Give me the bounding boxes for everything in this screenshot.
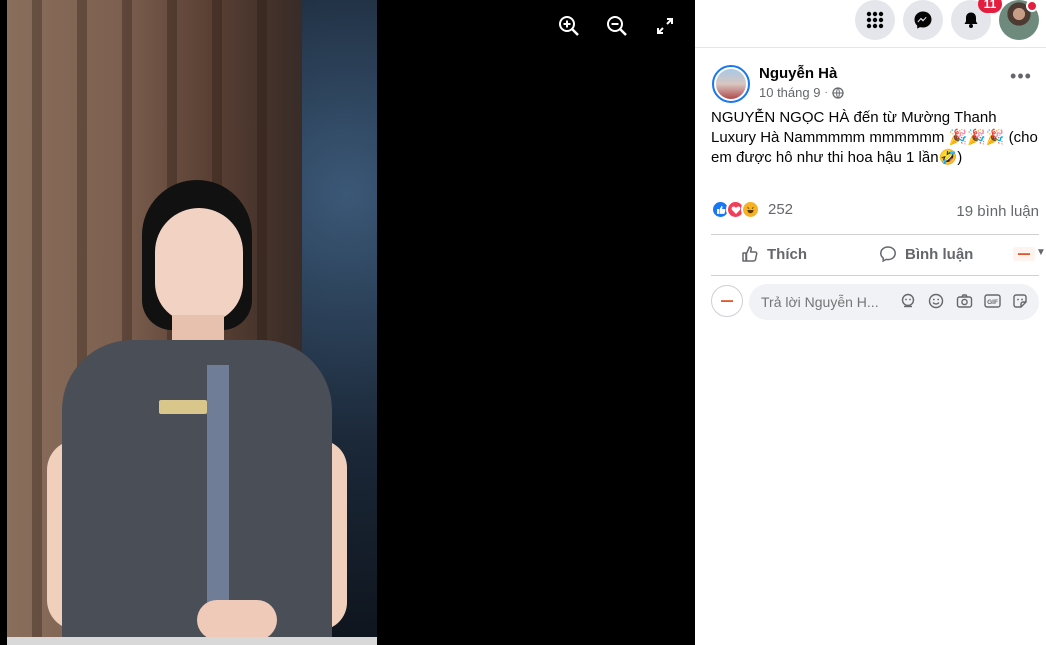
like-button[interactable]: Thích xyxy=(741,245,807,263)
fullscreen-icon[interactable] xyxy=(651,12,679,40)
status-dot xyxy=(1026,0,1038,12)
globe-icon xyxy=(832,86,844,99)
post-text: NGUYỄN NGỌC HÀ đến từ Mường Thanh Luxury… xyxy=(711,109,1038,166)
more-options-icon[interactable]: ••• xyxy=(1007,67,1035,90)
sticker-avatar-icon[interactable] xyxy=(899,292,917,310)
commenter-avatar[interactable]: ▬▬ xyxy=(711,285,743,317)
reply-box[interactable]: GIF xyxy=(749,284,1039,320)
comment-icon xyxy=(880,246,896,263)
gif-icon[interactable]: GIF xyxy=(983,292,1001,310)
reply-input[interactable] xyxy=(761,284,896,320)
comment-count[interactable]: 19 bình luận xyxy=(956,203,1039,220)
post-timestamp[interactable]: 10 tháng 9 · xyxy=(759,85,844,100)
author-avatar[interactable] xyxy=(712,65,750,103)
comment-button[interactable]: Bình luận xyxy=(879,245,973,263)
photo-viewer xyxy=(0,0,695,645)
post-time-text: 10 tháng 9 xyxy=(759,85,821,100)
zoom-out-icon[interactable] xyxy=(603,12,631,40)
camera-icon[interactable] xyxy=(955,292,973,310)
comment-label: Bình luận xyxy=(905,245,974,263)
zoom-in-icon[interactable] xyxy=(555,12,583,40)
thumbs-up-icon xyxy=(742,246,758,262)
menu-grid-icon[interactable] xyxy=(855,0,895,40)
reaction-summary[interactable]: 252 xyxy=(711,200,793,219)
messenger-icon[interactable] xyxy=(903,0,943,40)
author-name[interactable]: Nguyễn Hà xyxy=(759,65,837,82)
page-logo-icon[interactable]: ▬▬ xyxy=(1013,247,1035,261)
sticker-icon[interactable] xyxy=(1011,292,1029,310)
post-actions: Thích Bình luận ▬▬ ▼ xyxy=(711,234,1046,276)
reaction-count: 252 xyxy=(768,201,794,218)
svg-text:GIF: GIF xyxy=(987,299,998,306)
notification-badge: 11 xyxy=(978,0,1002,13)
post-panel: Nguyễn Hà 10 tháng 9 · ••• NGUYỄN NGỌC H… xyxy=(695,48,1046,645)
like-label: Thích xyxy=(767,245,807,263)
reply-composer: ▬▬ GIF xyxy=(711,284,1041,320)
emoji-icon[interactable] xyxy=(927,292,945,310)
haha-reaction-icon xyxy=(741,200,760,219)
chevron-down-icon[interactable]: ▼ xyxy=(1036,247,1046,258)
post-photo xyxy=(7,0,377,645)
